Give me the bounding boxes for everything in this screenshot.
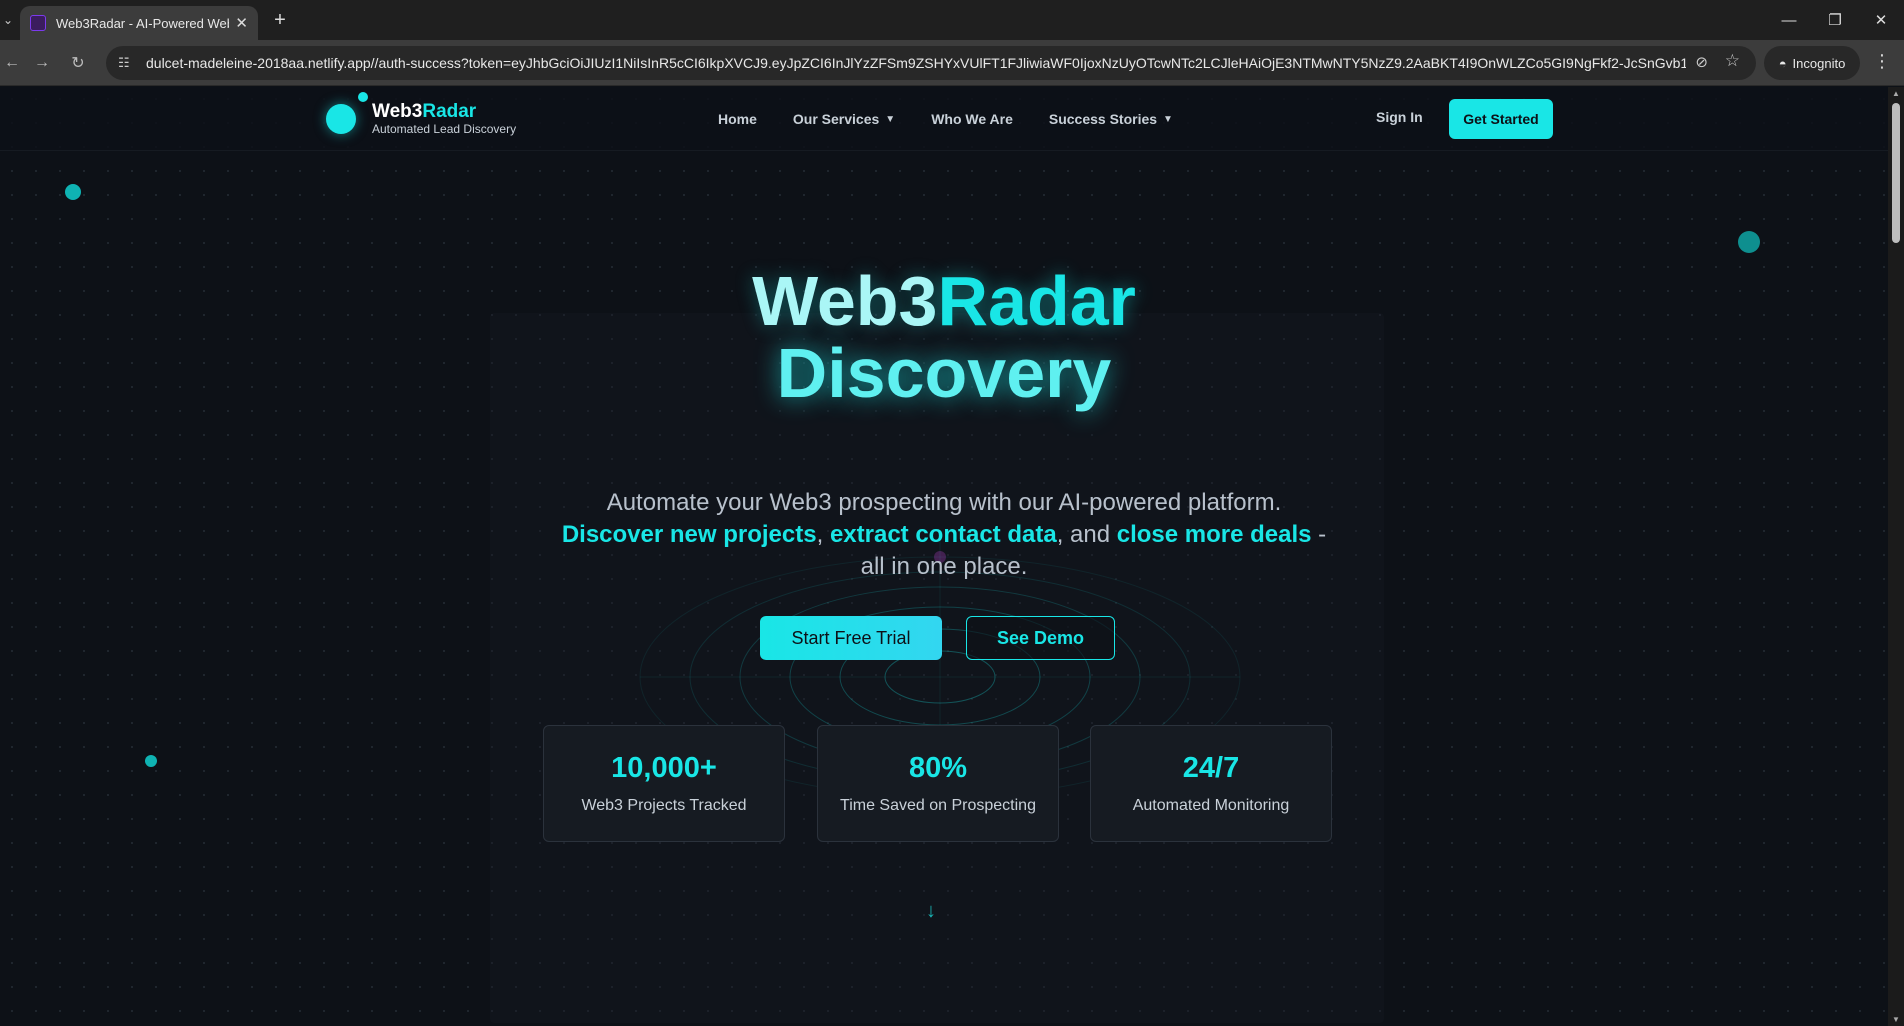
favicon-icon (30, 15, 46, 31)
stat-card: 24/7 Automated Monitoring (1090, 725, 1332, 842)
main-menu: Home Our Services ▼ Who We Are Success St… (718, 87, 1209, 151)
stat-card: 80% Time Saved on Prospecting (817, 725, 1059, 842)
nav-our-services[interactable]: Our Services ▼ (793, 111, 895, 127)
url-text: dulcet-madeleine-2018aa.netlify.app//aut… (146, 55, 1686, 71)
site-info-icon[interactable]: ☷ (118, 55, 138, 71)
bookmark-star-icon[interactable]: ☆ (1725, 51, 1740, 71)
scroll-up-icon[interactable]: ▲ (1892, 89, 1900, 98)
scroll-down-arrow-icon[interactable]: ↓ (926, 900, 936, 923)
page-scrollbar[interactable]: ▲ ▼ (1888, 87, 1904, 1026)
stat-label: Automated Monitoring (1132, 797, 1290, 814)
stat-value: 80% (908, 752, 968, 784)
see-demo-button[interactable]: See Demo (966, 616, 1115, 660)
nav-home[interactable]: Home (718, 111, 757, 127)
hero-title-line2: Discovery (776, 334, 1112, 412)
url-field[interactable]: ☷ dulcet-madeleine-2018aa.netlify.app//a… (106, 46, 1756, 80)
sign-in-link[interactable]: Sign In (1376, 109, 1423, 125)
new-tab-icon[interactable]: + (268, 8, 292, 32)
tab-title: Web3Radar - AI-Powered Web3 (56, 15, 230, 31)
tab-search-icon[interactable]: ⌄ (0, 8, 16, 32)
site-logo[interactable]: Web3Radar Automated Lead Discovery (326, 92, 517, 141)
reload-icon[interactable]: ↻ (66, 51, 90, 75)
hero-title: Web3Radar (752, 262, 1136, 340)
decorative-dot (1738, 231, 1760, 253)
stat-value: 24/7 (1182, 752, 1240, 784)
decorative-dot (65, 184, 81, 200)
close-window-icon[interactable]: ✕ (1858, 0, 1904, 40)
hero-subtitle: Automate your Web3 prospecting with our … (561, 489, 1327, 580)
brand-tagline: Automated Lead Discovery (372, 122, 517, 136)
brand-name: Web3Radar (372, 101, 477, 122)
scroll-down-icon[interactable]: ▼ (1892, 1015, 1900, 1024)
restore-icon[interactable]: ❐ (1812, 0, 1858, 40)
window-controls: — ❐ ✕ (1766, 0, 1904, 40)
stat-label: Time Saved on Prospecting (840, 797, 1036, 814)
forward-icon[interactable]: → (30, 51, 54, 75)
minimize-icon[interactable]: — (1766, 0, 1812, 40)
get-started-button[interactable]: Get Started (1449, 99, 1553, 139)
nav-who-we-are[interactable]: Who We Are (931, 111, 1013, 127)
incognito-badge[interactable]: ◓ Incognito (1764, 46, 1860, 80)
nav-success-stories[interactable]: Success Stories ▼ (1049, 111, 1173, 127)
address-bar: ← → ↻ ☷ dulcet-madeleine-2018aa.netlify.… (0, 40, 1904, 86)
browser-tab-bar: ⌄ Web3Radar - AI-Powered Web3 ✕ + — ❐ ✕ (0, 0, 1904, 40)
eye-off-icon[interactable]: ⊘ (1695, 53, 1708, 71)
browser-tab[interactable]: Web3Radar - AI-Powered Web3 ✕ (20, 6, 258, 40)
browser-menu-icon[interactable]: ⋮ (1870, 51, 1894, 72)
scrollbar-thumb[interactable] (1892, 103, 1900, 243)
site-header: Web3Radar Automated Lead Discovery Home … (0, 87, 1888, 151)
stat-label: Web3 Projects Tracked (581, 797, 747, 814)
page-viewport: Web3Radar Automated Lead Discovery Home … (0, 87, 1888, 1026)
radar-logo-icon (326, 92, 368, 134)
start-free-trial-button[interactable]: Start Free Trial (760, 616, 942, 660)
close-tab-icon[interactable]: ✕ (235, 14, 248, 32)
stat-card: 10,000+ Web3 Projects Tracked (543, 725, 785, 842)
back-icon[interactable]: ← (0, 51, 24, 75)
decorative-dot (145, 755, 157, 767)
stat-value: 10,000+ (611, 752, 717, 784)
incognito-label: Incognito (1792, 55, 1846, 71)
incognito-icon: ◓ (1778, 55, 1787, 71)
chevron-down-icon: ▼ (885, 113, 896, 125)
chevron-down-icon: ▼ (1163, 113, 1173, 125)
